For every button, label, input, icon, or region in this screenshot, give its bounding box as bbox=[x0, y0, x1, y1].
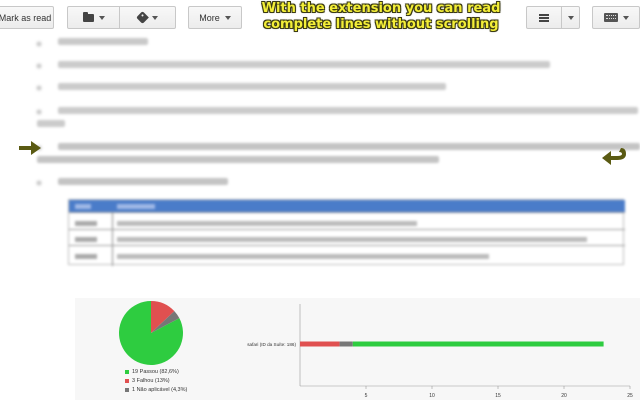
chevron-down-icon bbox=[567, 15, 574, 20]
bar-segment-fail bbox=[300, 341, 340, 347]
results-pie-chart bbox=[119, 301, 183, 365]
bar-x-tick-label: 20 bbox=[561, 393, 567, 399]
bar-category-label: safari (ID da Suíte: 186) bbox=[247, 342, 296, 347]
more-label: More bbox=[199, 12, 220, 23]
legend-item-fail: 3 Falhou (13%) bbox=[125, 377, 187, 386]
wrap-back-arrow-icon bbox=[602, 148, 626, 165]
keyboard-icon bbox=[603, 13, 618, 22]
blurred-results-table bbox=[68, 199, 625, 266]
bar-x-tick-label: 15 bbox=[495, 393, 501, 399]
bar-x-tick-label: 5 bbox=[365, 393, 368, 399]
move-to-folder-button[interactable] bbox=[67, 6, 120, 29]
display-density-button[interactable] bbox=[526, 6, 562, 29]
headline-line-1: With the extension you can read bbox=[261, 1, 501, 16]
display-density-dropdown[interactable] bbox=[562, 6, 580, 29]
headline-line-2: complete lines without scrolling bbox=[263, 17, 499, 32]
bar-segment-pass bbox=[352, 341, 604, 347]
folder-icon bbox=[82, 11, 94, 22]
tag-icon bbox=[135, 11, 149, 24]
chevron-down-icon bbox=[151, 15, 158, 20]
suite-bar-chart: 5 10 15 20 25 safari (ID da Suíte: 186) bbox=[247, 304, 633, 399]
chevron-down-icon bbox=[224, 15, 231, 20]
input-tools-button[interactable] bbox=[592, 6, 640, 29]
bar-x-tick-label: 10 bbox=[429, 393, 435, 399]
legend-item-pass: 19 Passou (82,6%) bbox=[125, 368, 187, 377]
more-button[interactable]: More bbox=[188, 6, 242, 29]
bar-x-tick-label: 25 bbox=[627, 393, 633, 399]
pie-legend: 19 Passou (82,6%) 3 Falhou (13%) 1 Não a… bbox=[125, 368, 187, 395]
list-density-icon bbox=[539, 13, 549, 22]
bar-segment-na bbox=[339, 341, 353, 347]
chevron-down-icon bbox=[98, 15, 105, 20]
legend-item-na: 1 Não aplicável (4,3%) bbox=[125, 386, 187, 395]
labels-button[interactable] bbox=[120, 6, 176, 29]
mark-as-read-button[interactable]: Mark as read bbox=[0, 6, 54, 29]
promo-headline: With the extension you can read complete… bbox=[250, 1, 512, 33]
chevron-down-icon bbox=[622, 15, 629, 20]
mark-as-read-label: Mark as read bbox=[0, 12, 52, 23]
arrow-right-icon bbox=[19, 141, 41, 155]
